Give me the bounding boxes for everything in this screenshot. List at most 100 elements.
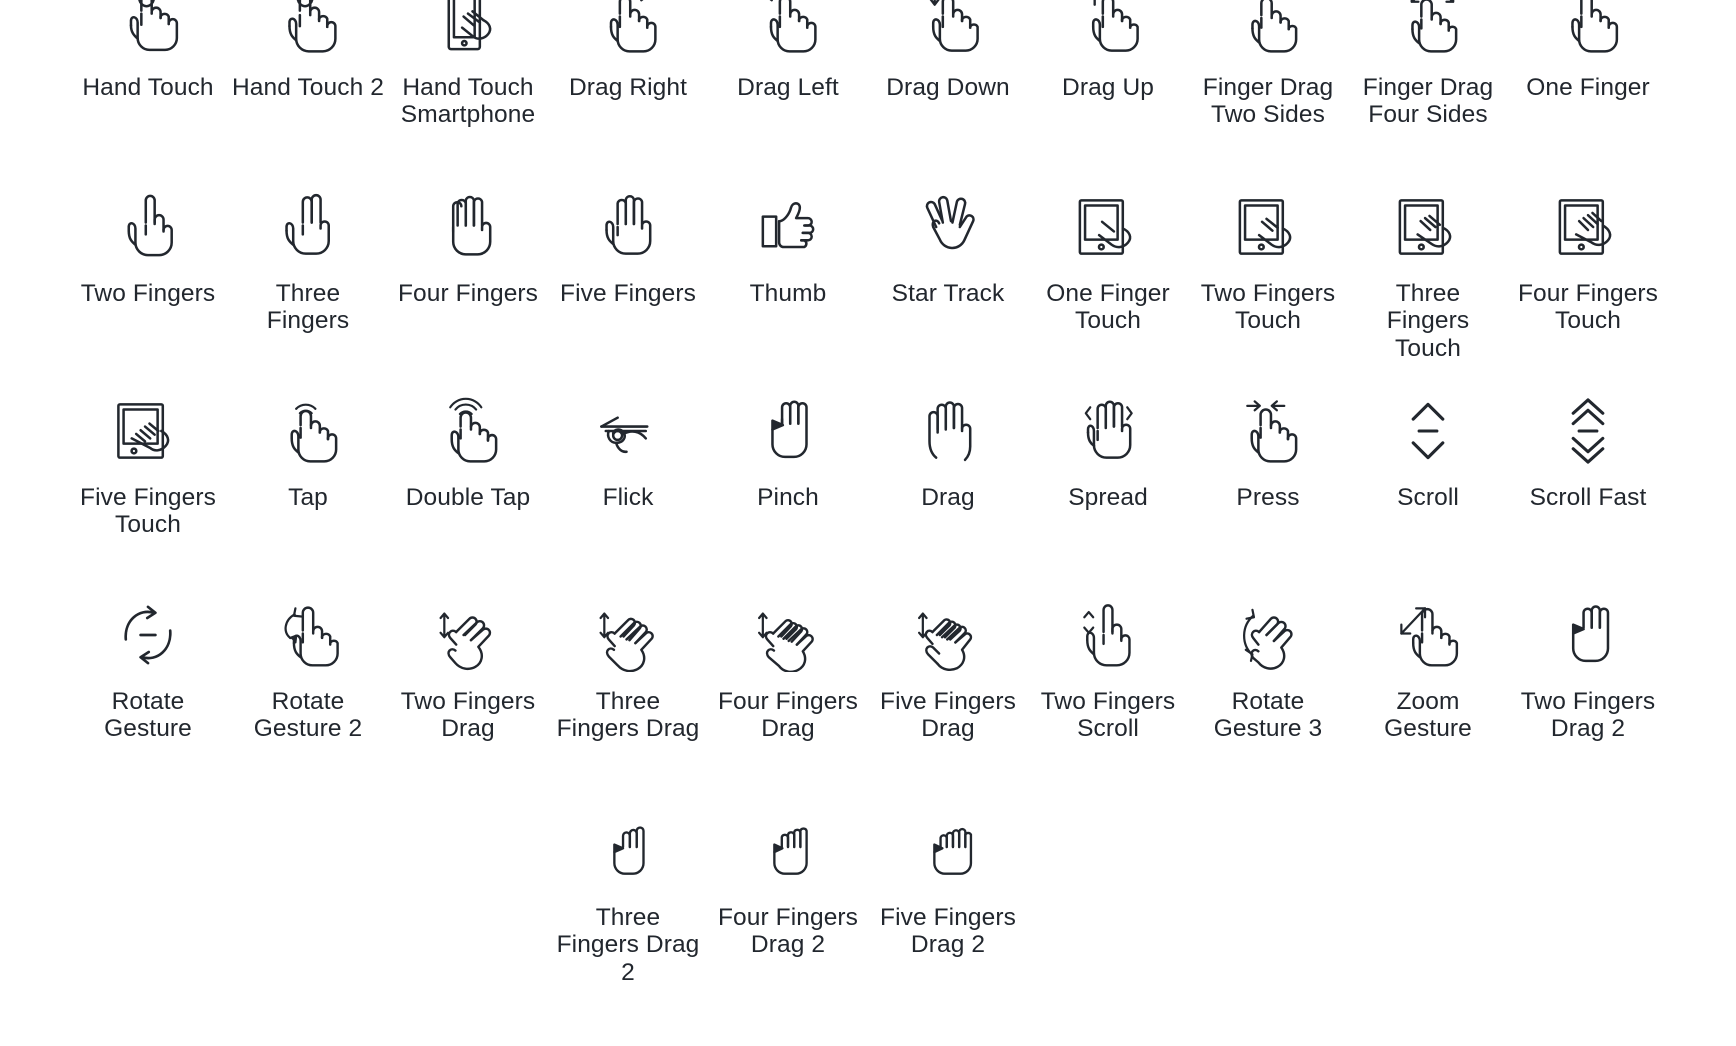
icon-cell-drag-up[interactable]: Drag Up [1028, 0, 1188, 204]
icon-cell-double-tap[interactable]: Double Tap [388, 397, 548, 612]
icon-cell-two-fingers-touch[interactable]: Two Fingers Touch [1188, 199, 1348, 408]
icon-cell-four-fingers-drag-2[interactable]: Four Fingers Drag 2 [708, 816, 868, 986]
icon-cell-five-fingers-touch[interactable]: Five Fingers Touch [68, 403, 228, 612]
icon-grid-row-3: Five Fingers Touch Tap Double Tap Flick … [68, 397, 1668, 612]
icon-cell-finger-drag-four-sides[interactable]: Finger Drag Four Sides [1348, 0, 1508, 204]
icon-cell-four-fingers-touch[interactable]: Four Fingers Touch [1508, 199, 1668, 408]
scroll-fast-icon [1549, 392, 1627, 470]
icon-label: Tap [288, 484, 328, 511]
finger-drag-two-sides-icon [1229, 0, 1307, 60]
icon-cell-one-finger-touch[interactable]: One Finger Touch [1028, 199, 1188, 408]
icon-cell-thumb[interactable]: Thumb [708, 202, 868, 408]
icon-cell-tap[interactable]: Tap [228, 403, 388, 612]
icon-cell-five-fingers-drag[interactable]: Five Fingers Drag [868, 612, 1028, 816]
icon-label: Rotate Gesture 2 [253, 688, 363, 743]
icon-label: Three Fingers [266, 280, 350, 335]
icon-cell-rotate-gesture-3[interactable]: Rotate Gesture 3 [1188, 608, 1348, 816]
icon-cell-five-fingers[interactable]: Five Fingers [548, 195, 708, 408]
icon-cell-five-fingers-drag-2[interactable]: Five Fingers Drag 2 [868, 816, 1028, 986]
rotate-gesture-icon [109, 596, 187, 674]
icon-label: Two Fingers [80, 280, 216, 307]
icon-label: Three Fingers Drag [556, 688, 700, 743]
icon-cell-pinch[interactable]: Pinch [708, 400, 868, 612]
one-finger-icon [1549, 0, 1627, 60]
icon-cell-star-track[interactable]: Star Track [868, 196, 1028, 408]
icon-cell-rotate-gesture-2[interactable]: Rotate Gesture 2 [228, 606, 388, 816]
icon-cell-four-fingers-drag[interactable]: Four Fingers Drag [708, 612, 868, 816]
icon-cell-hand-touch[interactable]: Hand Touch [68, 0, 228, 204]
icon-label: Drag [921, 484, 975, 511]
icon-cell-spread[interactable]: Spread [1028, 400, 1188, 612]
icon-cell-two-fingers-drag-2[interactable]: Two Fingers Drag 2 [1508, 605, 1668, 816]
zoom-gesture-icon [1389, 596, 1467, 674]
icon-cell-two-fingers[interactable]: Two Fingers [68, 194, 228, 408]
icon-label: Three Fingers Drag 2 [556, 904, 700, 986]
icon-cell-finger-drag-two-sides[interactable]: Finger Drag Two Sides [1188, 0, 1348, 204]
icon-grid-row-5: Three Fingers Drag 2 Four Fingers Drag 2 [68, 816, 1668, 986]
hand-touch-smartphone-icon [429, 0, 507, 60]
spread-icon [1069, 392, 1147, 470]
icon-cell-two-fingers-scroll[interactable]: Two Fingers Scroll [1028, 604, 1188, 816]
icon-grid-row-2: Two Fingers Three Fingers Four Fingers F… [68, 193, 1668, 408]
icon-cell-hand-touch-smartphone[interactable]: Hand Touch Smartphone [388, 0, 548, 204]
icon-label: Five Fingers [560, 280, 696, 307]
icon-cell-drag[interactable]: Drag [868, 401, 1028, 612]
one-finger-touch-icon [1069, 188, 1147, 266]
three-fingers-drag-icon [589, 596, 667, 674]
icon-label: Finger Drag Four Sides [1362, 74, 1494, 129]
icon-label: Two Fingers Touch [1200, 280, 1336, 335]
icon-label: Hand Touch 2 [232, 74, 384, 101]
icon-cell-scroll[interactable]: Scroll [1348, 402, 1508, 612]
icon-cell-drag-right[interactable]: Drag Right [548, 0, 708, 204]
icon-label: Pinch [757, 484, 819, 511]
icon-label: Scroll [1397, 484, 1459, 511]
icon-label: Drag Down [886, 74, 1010, 101]
icon-cell-one-finger[interactable]: One Finger [1508, 0, 1668, 204]
tap-icon [269, 392, 347, 470]
two-fingers-touch-icon [1229, 188, 1307, 266]
icon-label: Drag Left [737, 74, 839, 101]
drag-down-icon [909, 0, 987, 60]
icon-cell-drag-left[interactable]: Drag Left [708, 0, 868, 204]
icon-cell-rotate-gesture[interactable]: Rotate Gesture [68, 605, 228, 816]
icon-label: Flick [602, 484, 654, 511]
drag-icon [909, 392, 987, 470]
icon-label: Drag Up [1062, 74, 1154, 101]
five-fingers-icon [589, 188, 667, 266]
four-fingers-icon [429, 188, 507, 266]
four-fingers-touch-icon [1549, 188, 1627, 266]
icon-cell-scroll-fast[interactable]: Scroll Fast [1508, 398, 1668, 612]
icon-grid-row-4: Rotate Gesture Rotate Gesture 2 Two Fing… [68, 604, 1668, 816]
icon-cell-three-fingers-touch[interactable]: Three Fingers Touch [1348, 199, 1508, 408]
two-fingers-drag-2-icon [1549, 596, 1627, 674]
icon-label: Press [1236, 484, 1300, 511]
thumb-icon [749, 188, 827, 266]
icon-label: Five Fingers Drag 2 [880, 904, 1016, 959]
two-fingers-drag-icon [429, 596, 507, 674]
icon-cell-three-fingers-drag[interactable]: Three Fingers Drag [548, 612, 708, 816]
icon-label: Hand Touch [82, 74, 214, 101]
three-fingers-drag-2-icon [589, 816, 667, 888]
icon-cell-hand-touch-2[interactable]: Hand Touch 2 [228, 0, 388, 204]
icon-cell-two-fingers-drag[interactable]: Two Fingers Drag [388, 612, 548, 816]
five-fingers-drag-2-icon [909, 816, 987, 888]
double-tap-icon [429, 392, 507, 470]
press-icon [1229, 392, 1307, 470]
icon-cell-drag-down[interactable]: Drag Down [868, 0, 1028, 204]
icon-label: Double Tap [405, 484, 531, 511]
icon-grid-row-1: Hand Touch Hand Touch 2 Hand Touch Smart… [68, 0, 1668, 204]
icon-cell-three-fingers-drag-2[interactable]: Three Fingers Drag 2 [548, 816, 708, 986]
icon-cell-four-fingers[interactable]: Four Fingers [388, 195, 548, 408]
icon-label: Two Fingers Drag 2 [1520, 688, 1656, 743]
icon-label: Five Fingers Drag [880, 688, 1016, 743]
icon-cell-three-fingers[interactable]: Three Fingers [228, 193, 388, 408]
rotate-gesture-3-icon [1229, 596, 1307, 674]
icon-cell-flick[interactable]: Flick [548, 408, 708, 612]
four-fingers-drag-icon [749, 596, 827, 674]
icon-cell-zoom-gesture[interactable]: Zoom Gesture [1348, 607, 1508, 816]
icon-label: Hand Touch Smartphone [400, 74, 536, 129]
hand-touch-icon [109, 0, 187, 60]
icon-label: Three Fingers Touch [1386, 280, 1470, 362]
icon-cell-press[interactable]: Press [1188, 400, 1348, 612]
icon-label: Scroll Fast [1529, 484, 1647, 511]
